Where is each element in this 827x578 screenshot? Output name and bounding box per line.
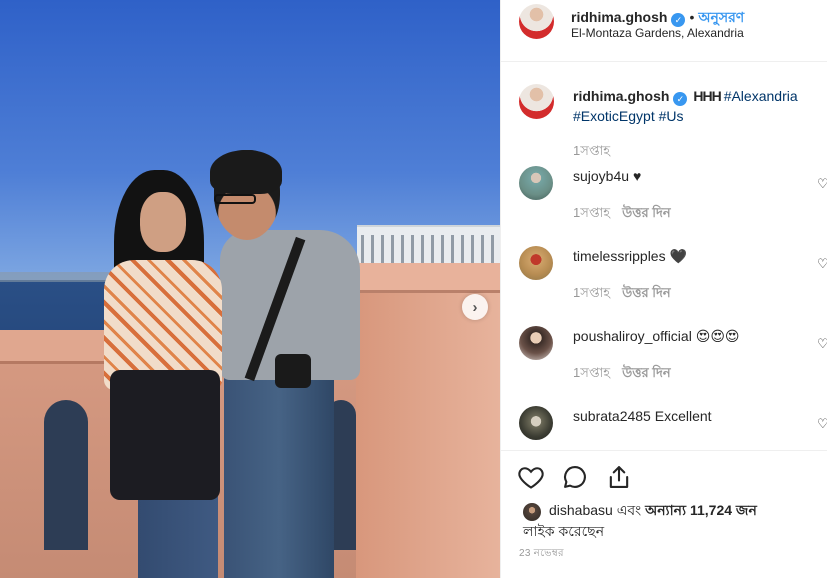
follow-button[interactable]: অনুসরণ: [698, 9, 744, 25]
caption-brand-text: HHH: [693, 88, 721, 104]
likes-summary: dishabasu এবং অন্যান্য 11,724 জন লাইক কর…: [523, 500, 823, 542]
comment-like-icon[interactable]: ♡: [817, 176, 827, 191]
photo-arch: [44, 400, 88, 550]
owner-avatar[interactable]: [519, 4, 554, 39]
post-details-panel: ridhima.ghosh ✓ • অনুসরণ El-Montaza Gardens…: [500, 0, 827, 578]
comment-avatar[interactable]: [519, 246, 553, 280]
likes-count-link[interactable]: অন্যান্য 11,724 জন: [645, 502, 757, 518]
comment-like-icon[interactable]: ♡: [817, 416, 827, 431]
photo-woman: [100, 170, 230, 578]
separator-dot: •: [689, 9, 695, 25]
comment-avatar[interactable]: [519, 326, 553, 360]
comment-avatar[interactable]: [519, 166, 553, 200]
photo-shore: [0, 272, 115, 282]
liker-username[interactable]: dishabasu: [549, 502, 613, 518]
comment-text: Excellent: [654, 408, 712, 424]
comment-item: poushaliroy_official 😍😍😍 1সপ্তাহ উত্তর দি…: [501, 326, 827, 386]
post-photo[interactable]: ›: [0, 0, 500, 578]
post-date[interactable]: 23 নভেম্বর: [519, 546, 564, 563]
comment-avatar[interactable]: [519, 406, 553, 440]
comment-time[interactable]: 1সপ্তাহ: [573, 205, 610, 220]
likes-suffix: লাইক করেছেন: [523, 523, 605, 539]
comment-text: 😍😍😍: [695, 328, 740, 344]
comment-like-icon[interactable]: ♡: [817, 336, 827, 351]
location-link[interactable]: El-Montaza Gardens, Alexandria: [571, 26, 744, 40]
comment-time[interactable]: 1সপ্তাহ: [573, 365, 610, 380]
likes-connector: এবং: [616, 502, 642, 518]
comment-username[interactable]: timelessripples: [573, 248, 666, 264]
hashtag-link[interactable]: #Us: [659, 108, 684, 124]
chevron-right-icon: ›: [472, 298, 478, 316]
share-upload-icon[interactable]: [605, 463, 633, 491]
comment-username[interactable]: sujoyb4u: [573, 168, 629, 184]
photo-man: [210, 150, 360, 578]
next-photo-button[interactable]: ›: [462, 294, 488, 320]
post-header: ridhima.ghosh ✓ • অনুসরণ El-Montaza Gardens…: [501, 0, 827, 62]
comment-text: ♥: [632, 168, 642, 184]
hashtag-link[interactable]: #ExoticEgypt: [573, 108, 655, 124]
verified-badge-icon: ✓: [671, 13, 686, 27]
post-actions-bar: [501, 450, 827, 500]
caption-username[interactable]: ridhima.ghosh: [573, 88, 669, 104]
comment-like-icon[interactable]: ♡: [817, 256, 827, 271]
reply-button[interactable]: উত্তর দিন: [622, 285, 671, 300]
verified-badge-icon: ✓: [673, 92, 688, 106]
reply-button[interactable]: উত্তর দিন: [622, 205, 671, 220]
comment-username[interactable]: poushaliroy_official: [573, 328, 692, 344]
comment-item: timelessripples 🖤 1সপ্তাহ উত্তর দিন ♡: [501, 246, 827, 306]
speech-bubble-icon[interactable]: [561, 463, 589, 491]
comment-username[interactable]: subrata2485: [573, 408, 651, 424]
photo-pillar-cap: [352, 263, 500, 293]
caption-time[interactable]: 1সপ্তাহ: [573, 142, 610, 163]
owner-avatar[interactable]: [519, 84, 554, 119]
comment-text: 🖤: [669, 248, 687, 264]
reply-button[interactable]: উত্তর দিন: [622, 365, 671, 380]
hashtag-link[interactable]: #Alexandria: [724, 88, 798, 104]
comment-item: sujoyb4u ♥ 1সপ্তাহ উত্তর দিন ♡: [501, 166, 827, 226]
heart-outline-icon[interactable]: [517, 463, 545, 491]
comment-time[interactable]: 1সপ্তাহ: [573, 285, 610, 300]
owner-username[interactable]: ridhima.ghosh: [571, 9, 667, 25]
